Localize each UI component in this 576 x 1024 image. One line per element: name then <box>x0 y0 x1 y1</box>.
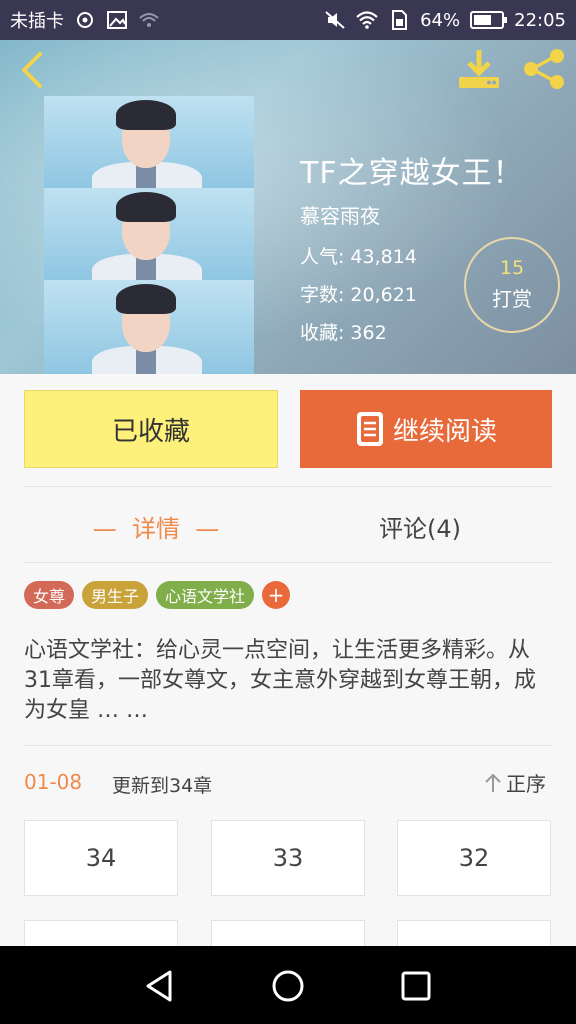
book-author[interactable]: 慕容雨夜 <box>300 200 380 229</box>
arrow-up-icon <box>485 773 501 792</box>
clock: 22:05 <box>514 9 566 31</box>
book-description[interactable]: 心语文学社：给心灵一点空间，让生活更多精彩。从31章看，一部女尊文，女主意外穿越… <box>24 636 552 726</box>
tab-detail[interactable]: — 详情 — <box>24 490 288 562</box>
chapter-item[interactable]: 33 <box>211 820 365 896</box>
chapter-range: 01-08 <box>24 770 83 794</box>
cover-panel <box>44 188 254 280</box>
tab-comments[interactable]: 评论(4) <box>288 490 552 562</box>
word-count-label: 字数: <box>300 284 345 306</box>
tip-button[interactable]: 15 打赏 <box>464 237 560 333</box>
chapter-item[interactable]: 34 <box>24 820 178 896</box>
add-tag-button[interactable]: + <box>262 581 291 609</box>
tip-count: 15 <box>499 257 525 279</box>
continue-reading-label: 继续阅读 <box>392 416 497 447</box>
image-icon <box>107 11 127 29</box>
back-triangle-icon[interactable] <box>138 964 182 1008</box>
status-bar: 未插卡 64% 22:05 <box>0 0 576 40</box>
sim-icon <box>392 10 408 30</box>
navigation-bar <box>0 946 576 1024</box>
recents-square-icon[interactable] <box>394 964 438 1008</box>
favorite-button[interactable]: 已收藏 <box>24 390 278 468</box>
book-icon <box>356 412 383 446</box>
wifi-off-icon <box>139 13 159 27</box>
cover-panel <box>44 280 254 374</box>
home-circle-icon[interactable] <box>266 964 310 1008</box>
chapter-update-text: 更新到34章 <box>112 775 213 797</box>
carrier-text: 未插卡 <box>10 11 64 32</box>
wifi-icon <box>356 11 378 29</box>
tab-comments-label: 评论(4) <box>379 514 461 543</box>
sort-order-label: 正序 <box>506 772 546 796</box>
battery-icon <box>470 11 508 29</box>
tip-label: 打赏 <box>492 287 532 311</box>
favorites-value: 362 <box>350 322 387 344</box>
popularity-label: 人气: <box>300 246 345 268</box>
favorites-stat: 收藏: 362 <box>300 318 387 345</box>
favorite-button-label: 已收藏 <box>111 416 190 447</box>
download-icon[interactable] <box>456 48 502 90</box>
popularity-stat: 人气: 43,814 <box>300 242 417 269</box>
favorites-label: 收藏: <box>300 322 345 344</box>
share-icon[interactable] <box>520 48 568 90</box>
sort-order-button[interactable]: 正序 <box>484 768 546 797</box>
battery-percent: 64% <box>420 9 461 31</box>
tag-chip[interactable]: 心语文学社 <box>156 581 255 609</box>
chapter-item[interactable]: 32 <box>397 820 551 896</box>
book-title: TF之穿越女王！ <box>300 156 524 191</box>
divider <box>24 745 552 746</box>
back-icon[interactable] <box>14 50 54 90</box>
nfc-icon <box>77 12 93 28</box>
mute-icon <box>325 11 345 29</box>
word-count-value: 20,621 <box>350 284 417 306</box>
popularity-value: 43,814 <box>350 246 417 268</box>
cover-panel <box>44 96 254 188</box>
book-cover[interactable] <box>44 96 254 374</box>
book-header: TF之穿越女王！ 慕容雨夜 人气: 43,814 字数: 20,621 收藏: 362… <box>0 40 576 374</box>
tag-list: 女尊 男生子 心语文学社 + <box>24 581 291 609</box>
tag-chip[interactable]: 女尊 <box>24 581 75 609</box>
continue-reading-button[interactable]: 继续阅读 <box>300 390 552 468</box>
word-count-stat: 字数: 20,621 <box>300 280 417 307</box>
divider <box>24 486 552 487</box>
tag-chip[interactable]: 男生子 <box>82 581 149 609</box>
tab-detail-label: — 详情 — <box>92 514 220 543</box>
divider <box>24 562 552 563</box>
